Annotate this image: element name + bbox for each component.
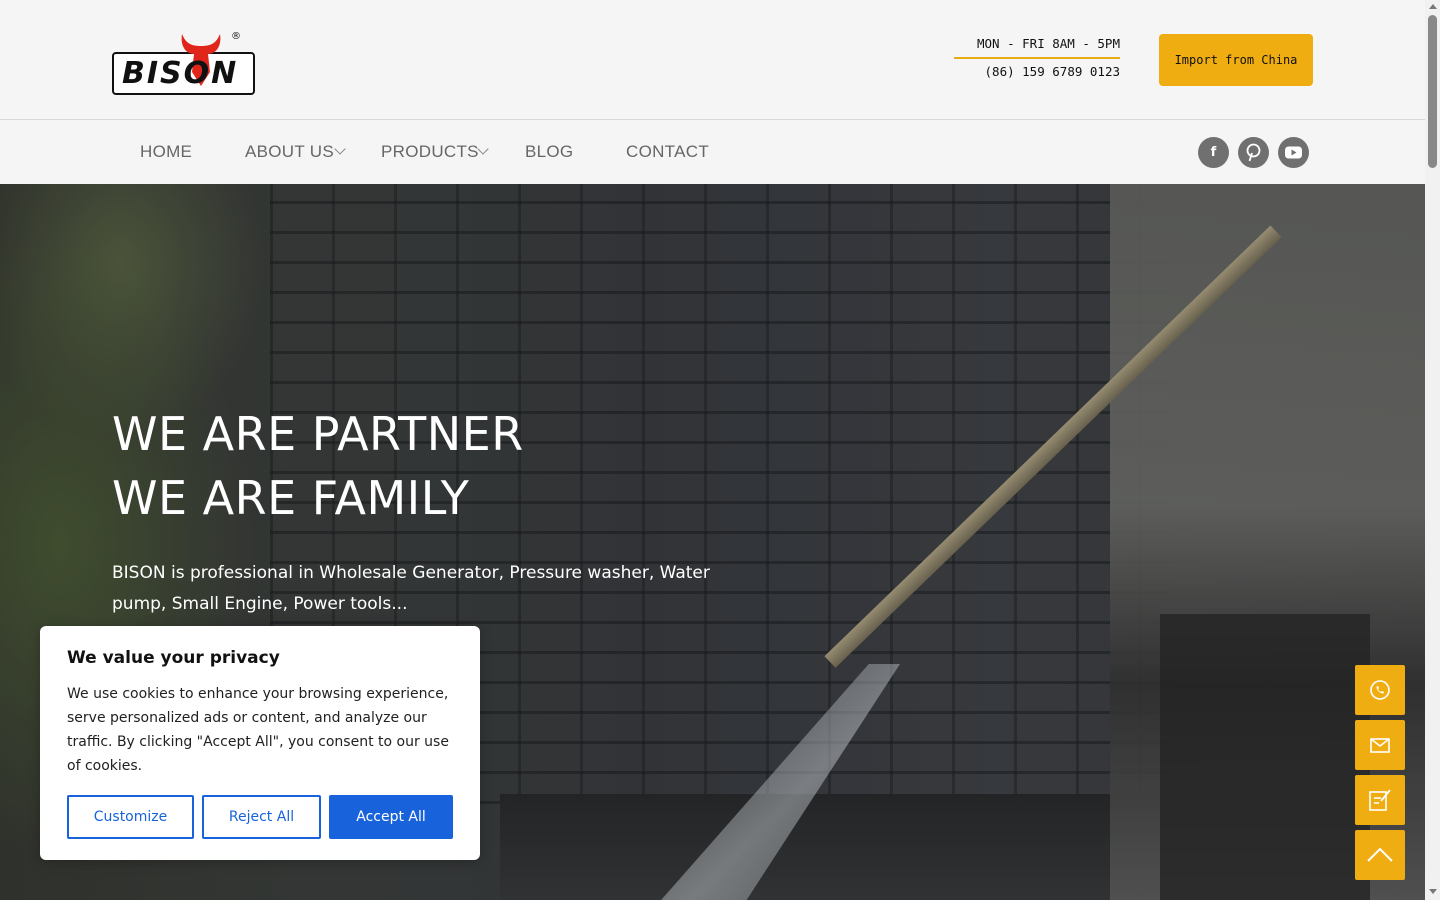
- accept-all-button[interactable]: Accept All: [329, 795, 453, 839]
- edit-form-icon: [1369, 789, 1391, 811]
- nav-item-products[interactable]: PRODUCTS: [381, 121, 479, 184]
- import-from-china-button[interactable]: Import from China: [1159, 34, 1313, 86]
- hero-title: WE ARE PARTNER WE ARE FAMILY: [112, 402, 524, 530]
- chevron-down-icon[interactable]: [334, 143, 346, 155]
- youtube-icon[interactable]: [1278, 137, 1309, 168]
- nav-item-contact[interactable]: CONTACT: [626, 121, 709, 184]
- whatsapp-icon: [1370, 680, 1390, 700]
- registered-mark: ®: [231, 31, 241, 42]
- business-hours: MON - FRI 8AM - 5PM: [977, 36, 1120, 51]
- bison-logo[interactable]: BISON ®: [112, 31, 256, 96]
- chevron-down-icon[interactable]: [477, 143, 489, 155]
- hero-title-line-1: WE ARE PARTNER: [112, 407, 524, 461]
- cookie-title: We value your privacy: [67, 648, 280, 668]
- cookie-text: We use cookies to enhance your browsing …: [67, 686, 449, 774]
- site-header: BISON ® MON - FRI 8AM - 5PM (86) 159 678…: [0, 0, 1425, 120]
- scroll-top-icon: [1367, 847, 1393, 862]
- facebook-icon[interactable]: f: [1198, 137, 1229, 168]
- scroll-to-top-button[interactable]: [1355, 830, 1405, 880]
- reject-all-button[interactable]: Reject All: [202, 795, 321, 839]
- youtube-glyph: [1285, 146, 1302, 159]
- scroll-down-arrow-icon[interactable]: [1429, 889, 1437, 894]
- main-nav: HOME ABOUT US PRODUCTS BLOG CONTACT f: [0, 121, 1425, 184]
- cookie-consent-dialog: We value your privacy We use cookies to …: [40, 626, 480, 860]
- logo-text: BISON: [122, 56, 239, 91]
- nav-item-about-us[interactable]: ABOUT US: [245, 121, 334, 184]
- nav-item-blog[interactable]: BLOG: [525, 121, 573, 184]
- scrollbar-thumb[interactable]: [1428, 15, 1437, 168]
- hero-title-line-2: WE ARE FAMILY: [112, 471, 470, 525]
- hero-description: BISON is professional in Wholesale Gener…: [112, 563, 710, 614]
- whatsapp-button[interactable]: [1355, 665, 1405, 715]
- phone-number[interactable]: (86) 159 6789 0123: [954, 64, 1120, 79]
- inquiry-button[interactable]: [1355, 775, 1405, 825]
- mail-icon: [1370, 738, 1390, 753]
- divider: [954, 57, 1120, 59]
- pinterest-glyph: [1246, 143, 1261, 162]
- scroll-up-arrow-icon[interactable]: [1429, 4, 1437, 9]
- page-scrollbar[interactable]: [1425, 0, 1440, 900]
- contact-info: MON - FRI 8AM - 5PM (86) 159 6789 0123: [954, 36, 1120, 79]
- nav-item-home[interactable]: HOME: [140, 121, 192, 184]
- email-button[interactable]: [1355, 720, 1405, 770]
- pinterest-icon[interactable]: [1238, 137, 1269, 168]
- customize-button[interactable]: Customize: [67, 795, 194, 839]
